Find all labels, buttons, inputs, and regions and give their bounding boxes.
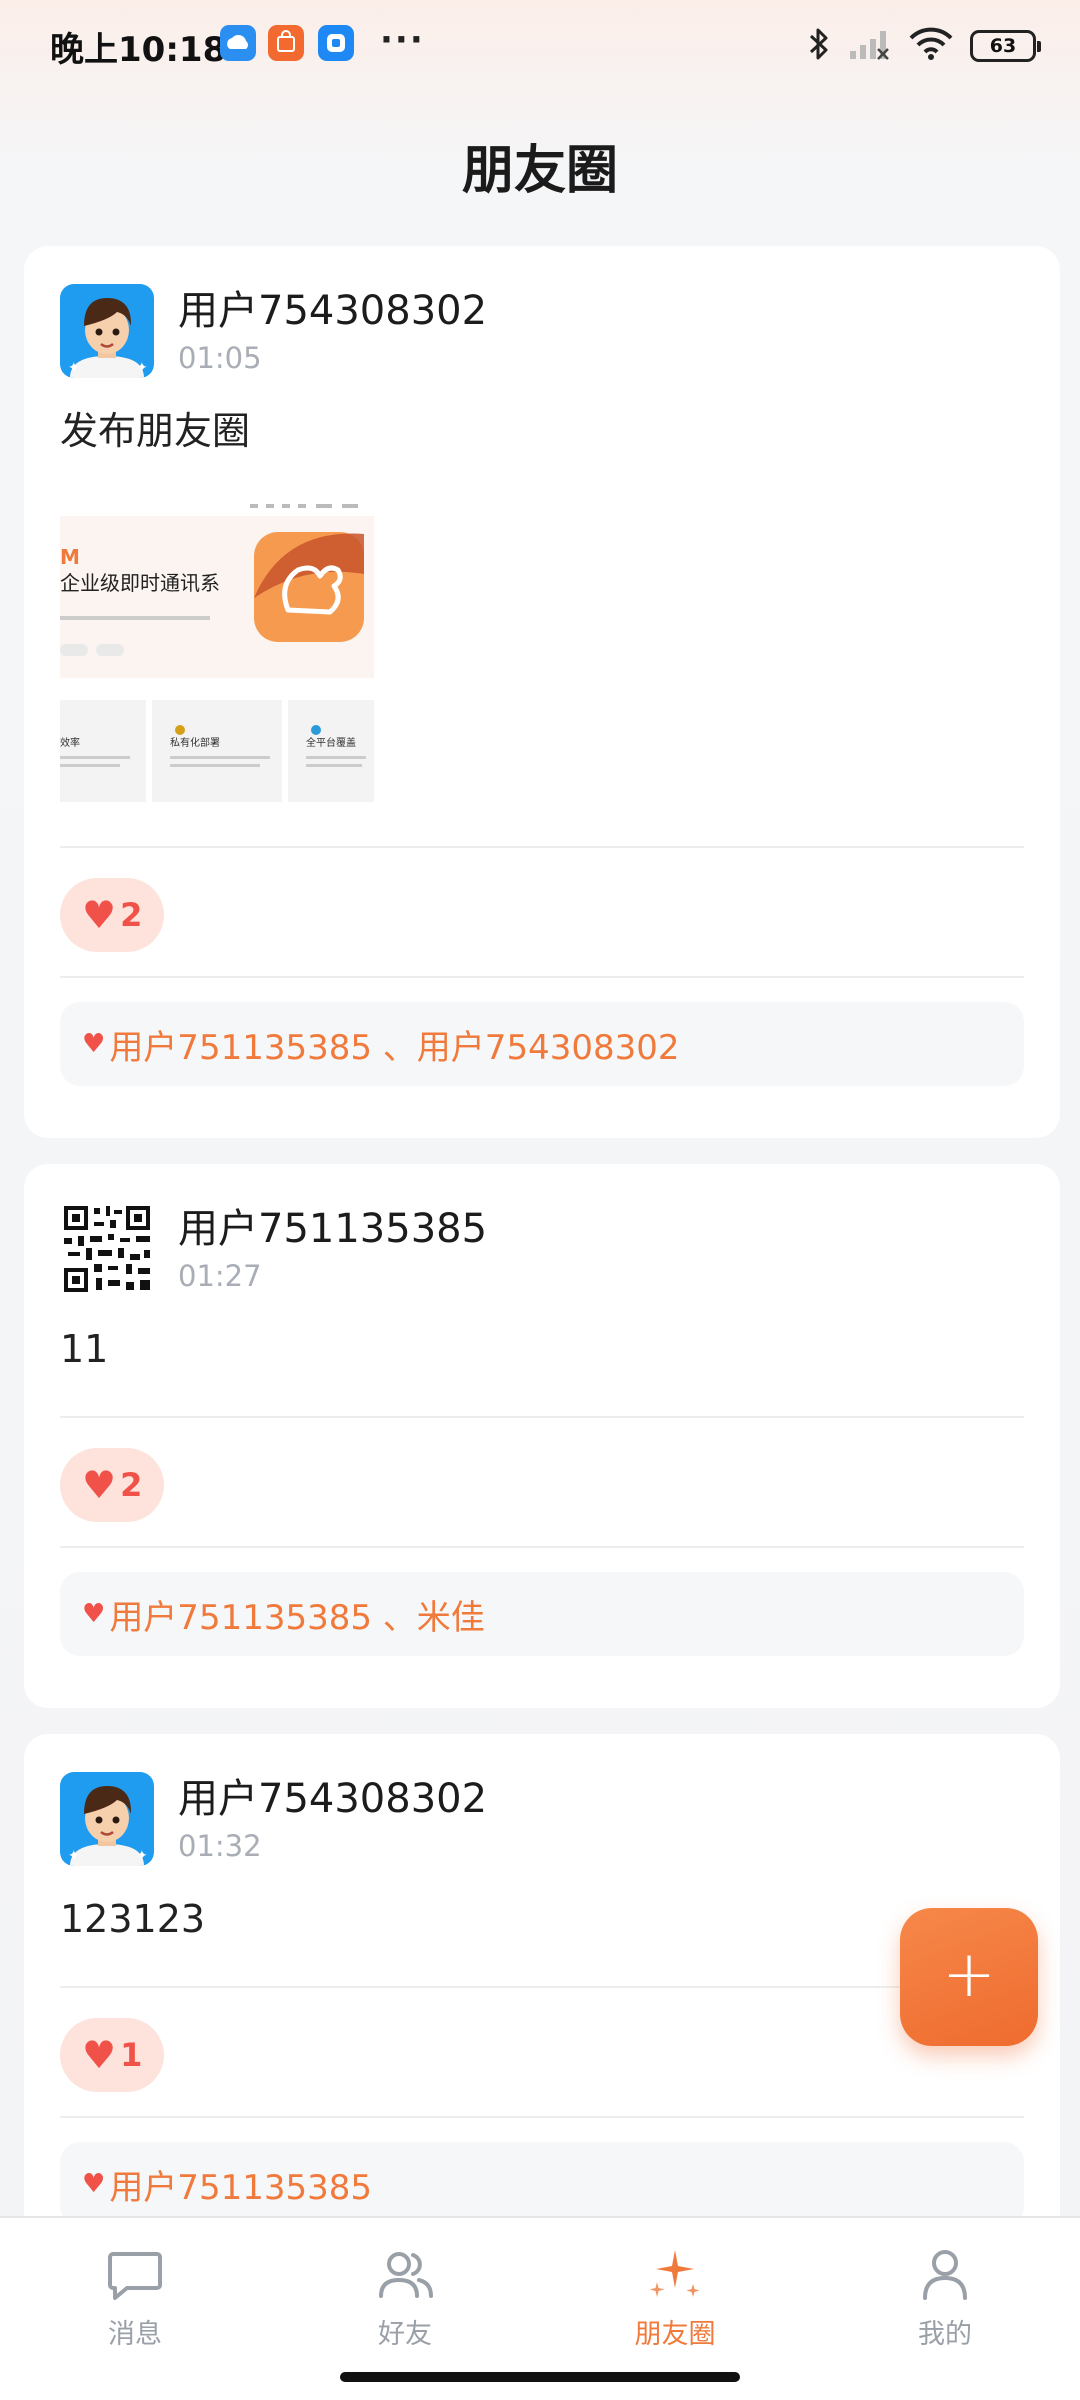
post-username[interactable]: 用户754308302: [178, 287, 487, 335]
avatar[interactable]: ✦ ✦: [60, 1772, 154, 1866]
heart-icon: ♥: [82, 2169, 106, 2199]
post-username[interactable]: 用户751135385: [178, 1205, 487, 1253]
like-button[interactable]: ♥ 2: [60, 878, 165, 952]
post-time: 01:27: [178, 1259, 262, 1293]
liked-by-names[interactable]: 用户751135385 、用户754308302: [109, 1020, 679, 1069]
tab-label: 好友: [378, 2319, 432, 2350]
like-count: 1: [120, 2036, 143, 2074]
status-time: 晚上10:18: [50, 30, 227, 70]
friends-icon: [379, 2252, 433, 2298]
svg-text:✦: ✦: [136, 1848, 148, 1864]
like-button[interactable]: ♥ 1: [60, 2018, 165, 2092]
like-count: 2: [120, 896, 143, 934]
status-bar: 晚上10:18 ··· 63: [0, 0, 1080, 92]
heart-icon: ♥: [82, 1599, 106, 1629]
message-icon: [108, 2252, 162, 2300]
avatar[interactable]: ✦ ✦: [60, 284, 154, 378]
moments-icon: [649, 2250, 700, 2297]
preview-card-2: 私有化部署: [170, 736, 220, 749]
svg-text:✦: ✦: [68, 360, 80, 376]
post-card: 用户751135385 01:27 11 ♥ 2 ♥ 用户751135385 、…: [24, 1164, 1060, 1708]
blue-app-icon: [318, 25, 354, 61]
preview-card-1: 效率: [60, 736, 80, 749]
mi-store-icon: [268, 25, 304, 61]
post-header: ✦ ✦ 用户754308302 01:32: [60, 1772, 1024, 1866]
divider: [60, 976, 1024, 978]
divider: [60, 1546, 1024, 1548]
svg-text:✦: ✦: [68, 1848, 80, 1864]
divider: [60, 846, 1024, 848]
post-header: 用户751135385 01:27: [60, 1202, 1024, 1296]
cloud-app-icon: [220, 25, 256, 61]
post-header: ✦ ✦ 用户754308302 01:05: [60, 284, 1024, 378]
wifi-icon: [908, 26, 954, 66]
liked-by-names[interactable]: 用户751135385 、米佳: [109, 1590, 485, 1639]
tab-friends[interactable]: 好友: [270, 2232, 540, 2351]
page-title: 朋友圈: [461, 141, 618, 201]
tab-label: 我的: [918, 2319, 972, 2350]
liked-by-list: ♥ 用户751135385 、米佳: [60, 1572, 1024, 1656]
svg-text:✦: ✦: [136, 360, 148, 376]
tab-label: 朋友圈: [634, 2319, 716, 2350]
avatar[interactable]: [60, 1202, 154, 1296]
post-content: 发布朋友圈: [60, 409, 251, 453]
new-post-button[interactable]: +: [900, 1908, 1038, 2046]
liked-by-list: ♥ 用户751135385: [60, 2142, 1024, 2226]
preview-logo-letter: M: [60, 545, 80, 569]
post-time: 01:05: [178, 341, 262, 375]
heart-icon: ♥: [82, 2033, 117, 2077]
divider: [60, 2116, 1024, 2118]
preview-headline: 企业级即时通讯系: [60, 571, 220, 595]
divider: [60, 1416, 1024, 1418]
heart-icon: ♥: [82, 1029, 106, 1059]
post-username[interactable]: 用户754308302: [178, 1775, 487, 1823]
profile-icon: [923, 2250, 967, 2300]
like-count: 2: [120, 1466, 143, 1504]
post-image[interactable]: M 企业级即时通讯系 效率 私有化部署 全平台覆盖: [60, 498, 374, 806]
liked-by-names[interactable]: 用户751135385: [109, 2160, 372, 2209]
home-indicator[interactable]: [340, 2372, 740, 2382]
like-button[interactable]: ♥ 2: [60, 1448, 165, 1522]
tab-messages[interactable]: 消息: [0, 2232, 270, 2351]
post-card: ✦ ✦ 用户754308302 01:05 发布朋友圈 M 企业级即时通讯系 效…: [24, 246, 1060, 1138]
tab-profile[interactable]: 我的: [810, 2232, 1080, 2351]
battery-icon: 63: [970, 30, 1041, 62]
heart-icon: ♥: [82, 893, 117, 937]
post-time: 01:32: [178, 1829, 262, 1863]
tab-moments[interactable]: 朋友圈: [540, 2232, 810, 2351]
signal-icon: [848, 27, 892, 65]
tab-label: 消息: [108, 2319, 162, 2350]
heart-icon: ♥: [82, 1463, 117, 1507]
preview-card-3: 全平台覆盖: [306, 736, 356, 749]
more-notifications-icon: ···: [380, 20, 425, 60]
bluetooth-icon: [806, 26, 832, 66]
divider: [60, 1986, 1024, 1988]
liked-by-list: ♥ 用户751135385 、用户754308302: [60, 1002, 1024, 1086]
post-content: 11: [60, 1327, 109, 1371]
post-content: 123123: [60, 1897, 206, 1941]
